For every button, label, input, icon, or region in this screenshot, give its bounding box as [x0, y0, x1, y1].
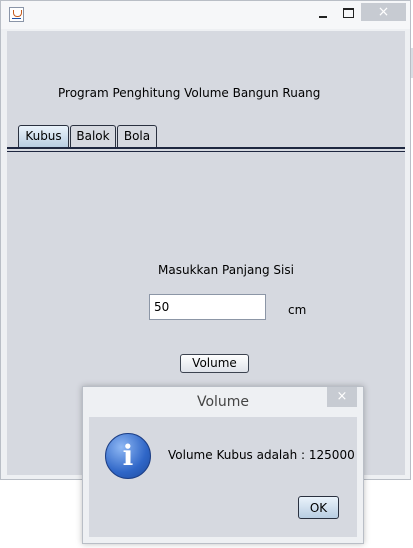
- dialog-close-button[interactable]: ×: [327, 387, 357, 407]
- dialog-title[interactable]: Volume: [83, 387, 363, 417]
- dialog-body: i Volume Kubus adalah : 125000 OK: [89, 417, 357, 537]
- tab-divider-secondary: [7, 151, 405, 152]
- tab-balok[interactable]: Balok: [70, 125, 116, 147]
- title-bar[interactable]: ×: [1, 1, 410, 29]
- result-message: Volume Kubus adalah : 125000: [168, 448, 355, 462]
- app-title: Program Penghitung Volume Bangun Ruang: [58, 86, 321, 100]
- close-icon: ×: [336, 389, 348, 404]
- close-button[interactable]: ×: [361, 3, 406, 21]
- ok-button[interactable]: OK: [298, 496, 339, 519]
- side-length-input[interactable]: [149, 294, 266, 320]
- maximize-button[interactable]: [338, 5, 358, 21]
- info-icon: i: [105, 433, 151, 479]
- java-app-icon: [9, 7, 24, 22]
- minimize-button[interactable]: [313, 5, 333, 21]
- tab-divider: [7, 147, 405, 149]
- tab-bola[interactable]: Bola: [117, 125, 157, 147]
- tab-kubus[interactable]: Kubus: [18, 125, 69, 147]
- side-length-label: Masukkan Panjang Sisi: [158, 263, 294, 277]
- maximize-icon: [343, 8, 354, 18]
- volume-button[interactable]: Volume: [180, 354, 249, 373]
- volume-dialog: Volume × i Volume Kubus adalah : 125000 …: [82, 386, 364, 544]
- close-icon: ×: [377, 4, 390, 20]
- minimize-icon: [319, 16, 327, 18]
- unit-label: cm: [288, 303, 307, 317]
